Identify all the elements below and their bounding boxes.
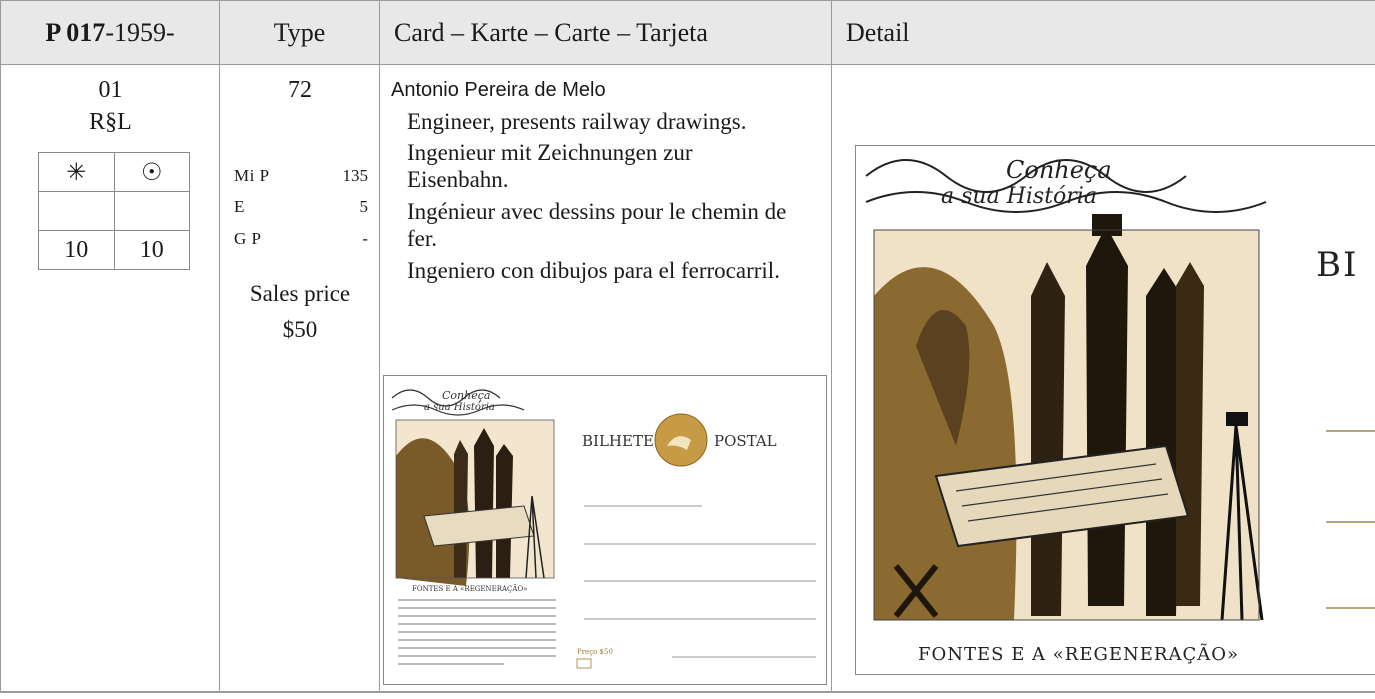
detail-image: Conheça a sua História BI FONTES E A «RE…: [855, 145, 1375, 675]
col-card: Antonio Pereira de Melo Engineer, presen…: [380, 65, 832, 692]
detail-banner-text-1: Conheça: [1006, 156, 1112, 184]
empty-cell: [38, 191, 115, 231]
sales-price-value: $50: [282, 317, 318, 342]
caption-text: FONTES E A «REGENERAÇÃO»: [412, 584, 528, 593]
mint-symbol: ✳: [38, 152, 115, 192]
type-number: 72: [288, 77, 312, 103]
used-symbol: ☉: [113, 152, 190, 192]
detail-caption-text: FONTES E A «REGENERAÇÃO»: [918, 643, 1239, 665]
catalog-number-year: -1959-: [105, 17, 175, 47]
banner-text-2: a sua História: [424, 402, 495, 413]
catalog-ref-g: G P -: [234, 229, 368, 249]
postal-left-text: BILHETE: [582, 432, 654, 450]
catalog-ref-label: Mi P: [234, 166, 270, 185]
detail-illustration: Conheça a sua História BI FONTES E A «RE…: [865, 156, 1375, 665]
price-text: Preço $50: [577, 648, 613, 656]
catalog-ref-value: 135: [342, 166, 369, 185]
catalog-ref-value: 5: [359, 197, 369, 216]
used-price: 10: [113, 230, 190, 270]
sales-price-label: Sales price: [249, 281, 351, 306]
description-en: Engineer, presents railway drawings.: [407, 109, 747, 134]
description-es: Ingeniero con dibujos para el ferrocarri…: [407, 258, 780, 283]
bottom-rule: [1, 691, 1375, 693]
catalog-ref-mi: Mi P 135: [234, 166, 368, 186]
description-de: Ingenieur mit Zeichnungen zur Eisenbahn.: [407, 140, 693, 192]
row-number: 01: [98, 77, 123, 103]
catalog-ref-e: E 5: [234, 197, 368, 217]
header-detail: Detail: [832, 1, 1375, 65]
person-name: Antonio Pereira de Melo: [391, 79, 606, 101]
col-type: 72 Mi P 135 E 5 G P - Sales price $50: [220, 65, 380, 692]
postcard-illustration: Conheça a sua História FONTES E A «REGEN…: [391, 389, 816, 669]
header-card: Card – Karte – Carte – Tarjeta: [380, 1, 832, 65]
mint-price: 10: [38, 230, 115, 270]
empty-cell: [113, 191, 190, 231]
postal-right-text: POSTAL: [714, 432, 777, 450]
description-fr: Ingénieur avec dessins pour le chemin de…: [407, 199, 787, 251]
catalog-number-bold: P 017: [45, 17, 106, 47]
row-variant: R§L: [89, 109, 132, 135]
catalog-ref-label: G P: [234, 229, 262, 248]
col-detail: Conheça a sua História BI FONTES E A «RE…: [832, 65, 1375, 692]
catalog-ref-value: -: [362, 229, 368, 248]
col-number: 01 R§L ✳ ☉ 10 10: [1, 65, 220, 692]
catalog-ref-label: E: [234, 197, 245, 216]
catalog-table: P 017 -1959- Type Card – Karte – Carte – …: [0, 0, 1375, 693]
price-grid: ✳ ☉ 10 10: [38, 152, 190, 270]
header-type: Type: [220, 1, 380, 65]
banner-text-1: Conheça: [442, 389, 490, 402]
header-catalog: P 017 -1959-: [1, 1, 220, 65]
detail-postal-text: BI: [1316, 245, 1358, 285]
postcard-image: Conheça a sua História FONTES E A «REGEN…: [383, 375, 827, 685]
detail-banner-text-2: a sua História: [941, 184, 1097, 209]
